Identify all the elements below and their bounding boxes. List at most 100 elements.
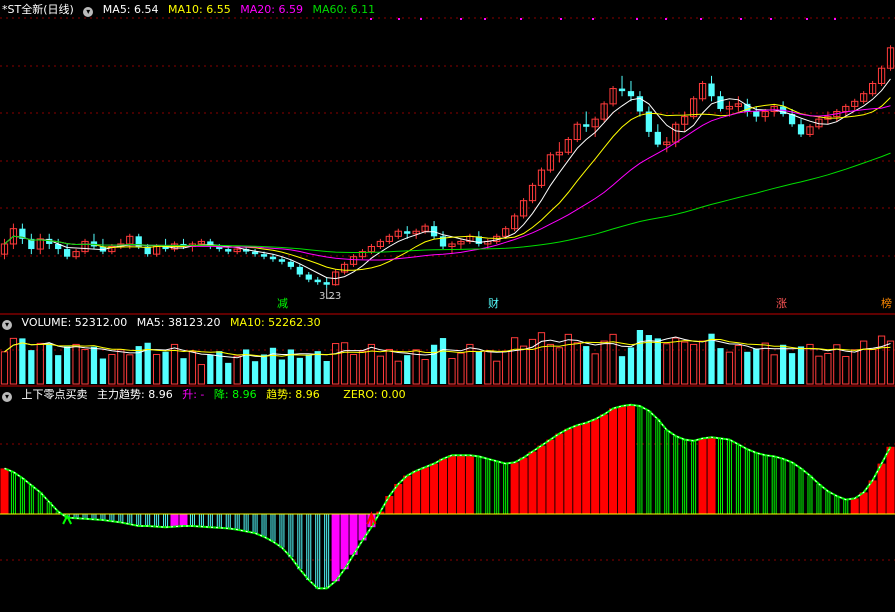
dropdown-icon[interactable]: ▾ <box>2 320 12 330</box>
volume-bar <box>519 345 528 385</box>
signal-dot <box>665 18 667 20</box>
volume-bar <box>225 362 232 384</box>
zero-label: ZERO: 0.00 <box>343 388 406 401</box>
signal-dot <box>560 18 562 20</box>
indicator-bar <box>331 514 340 582</box>
indicator-bar <box>555 433 564 514</box>
candle-down <box>753 111 760 117</box>
volume-bar <box>600 340 608 385</box>
indicator-bar <box>564 428 573 514</box>
volume-bar <box>376 355 385 385</box>
candle-down <box>627 91 635 97</box>
volume-bar <box>698 340 707 385</box>
volume-bar <box>314 351 321 384</box>
volume-bar <box>806 343 814 385</box>
volume-bar <box>788 353 796 384</box>
volume-bar <box>725 351 734 385</box>
volume-bar <box>627 347 635 384</box>
candle-down <box>314 279 321 283</box>
volume-bar <box>81 348 89 385</box>
volume-bar <box>672 337 680 385</box>
indicator-bar <box>179 514 188 526</box>
volume-bar <box>868 348 877 385</box>
signal-dot <box>740 18 742 20</box>
marker-bang[interactable]: 榜 <box>881 298 892 310</box>
volume-bar <box>502 350 510 385</box>
volume-bar <box>448 358 456 385</box>
indicator-bar <box>617 406 627 514</box>
volume-bar <box>564 333 572 385</box>
volume-bar <box>323 360 330 384</box>
volume-bar <box>278 359 286 384</box>
volume-bar <box>475 351 482 384</box>
volume-bar <box>63 346 71 384</box>
indicator-bar <box>421 467 430 514</box>
dropdown-icon[interactable]: ▾ <box>83 7 94 17</box>
candle-down <box>654 131 661 145</box>
volume-bar <box>555 347 564 385</box>
indicator-bar <box>170 514 179 527</box>
volume-bar <box>797 346 805 384</box>
volume-bar <box>421 359 429 385</box>
volume-bar <box>753 348 760 384</box>
volume-bar <box>28 350 35 384</box>
stock-title[interactable]: *ST全新(日线) <box>2 3 74 16</box>
volume-bar <box>779 344 787 384</box>
up-label: 升: - <box>182 388 205 401</box>
volume-bar <box>860 340 868 385</box>
indicator-bar <box>850 498 859 514</box>
volume-bar <box>188 350 197 385</box>
indicator-bar <box>609 408 618 514</box>
volume-bar <box>296 357 303 384</box>
indicator-bar <box>412 470 421 514</box>
indicator-bar <box>877 463 886 514</box>
signal-dot <box>420 18 422 20</box>
ma10-label: MA10: 6.55 <box>168 3 231 16</box>
chart-canvas <box>0 17 895 590</box>
indicator-bar <box>591 419 600 514</box>
indicator-bar <box>0 468 9 514</box>
trend-label: 趋势: 8.96 <box>266 388 320 401</box>
volume-bar <box>126 354 134 385</box>
marker-cai[interactable]: 财 <box>488 298 499 310</box>
candle-down <box>260 254 268 257</box>
marker-jian[interactable]: 减 <box>277 298 288 310</box>
volume-bar <box>842 355 850 385</box>
volume-bar <box>493 360 501 385</box>
volume-bar <box>439 338 447 384</box>
down-label: 降: 8.96 <box>213 388 257 401</box>
volume-header: ▾ VOLUME: 52312.00 MA5: 38123.20 MA10: 5… <box>2 316 327 330</box>
indicator-bar <box>438 458 448 514</box>
volume-bar <box>162 351 169 384</box>
candle-down <box>287 261 295 267</box>
marker-zhang[interactable]: 涨 <box>776 298 787 310</box>
volume-bar <box>394 360 402 385</box>
volume-bar <box>457 352 465 385</box>
indicator-bar <box>600 414 609 514</box>
trend-line <box>4 403 892 590</box>
indicator-bar <box>546 439 555 514</box>
dropdown-icon[interactable]: ▾ <box>2 392 12 402</box>
volume-bar <box>55 355 62 384</box>
candle-down <box>269 256 277 260</box>
ma5-line <box>4 78 891 280</box>
candle-down <box>305 274 312 280</box>
indicator-bar <box>528 451 537 514</box>
signal-dot <box>770 18 772 20</box>
signal-dot <box>700 18 702 20</box>
volume-bar <box>430 344 438 384</box>
low-price-label: 3.23 <box>319 291 342 302</box>
volume-bar <box>770 354 778 385</box>
vol-ma10-label: MA10: 52262.30 <box>229 316 321 329</box>
signal-dot <box>636 18 638 20</box>
volume-bar <box>708 333 715 384</box>
volume-bar <box>260 354 268 384</box>
signal-dot <box>484 18 486 20</box>
volume-bar <box>654 338 661 384</box>
indicator-bar <box>447 455 457 514</box>
volume-bar <box>385 348 393 385</box>
indicator-bar <box>573 425 582 514</box>
signal-dot <box>520 18 522 20</box>
main-trend-label: 主力趋势: 8.96 <box>97 388 173 401</box>
volume-bar <box>636 330 644 384</box>
